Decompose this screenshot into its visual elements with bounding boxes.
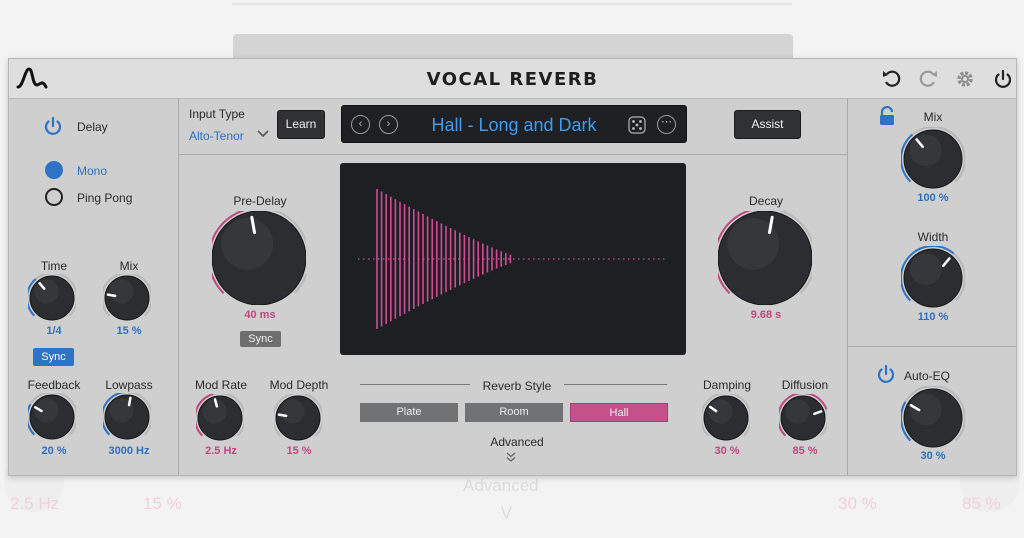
plugin-title: VOCAL REVERB <box>426 69 599 90</box>
time-knob[interactable] <box>26 272 78 327</box>
background-moddepth-value: 15 % <box>143 494 182 513</box>
diffusion-knob[interactable] <box>777 392 829 447</box>
gear-icon[interactable] <box>954 68 976 90</box>
dice-icon[interactable] <box>627 115 647 135</box>
decay-knob[interactable] <box>714 207 816 310</box>
reverb-style-label: Reverb Style <box>482 379 552 393</box>
time-label: Time <box>40 259 68 273</box>
decay-label: Decay <box>748 194 783 208</box>
delay-sync-button[interactable]: Sync <box>33 348 74 366</box>
lowpass-knob[interactable] <box>101 391 153 446</box>
background-chevron-icon: ⋁ <box>501 504 512 519</box>
right-panel-divider <box>847 99 848 475</box>
left-panel-divider <box>178 99 179 475</box>
lowpass-value: 3000 Hz <box>108 445 150 457</box>
input-type-label: Input Type <box>189 107 245 121</box>
style-divider-left <box>360 384 470 385</box>
double-chevron-down-icon[interactable] <box>505 451 517 463</box>
delay-mix-label: Mix <box>119 259 139 273</box>
feedback-label: Feedback <box>27 378 81 392</box>
background-window-bar <box>233 34 793 60</box>
delay-mix-knob[interactable] <box>101 272 153 327</box>
feedback-knob[interactable] <box>26 391 78 446</box>
modrate-label: Mod Rate <box>194 378 248 392</box>
decay-value: 9.68 s <box>750 309 782 321</box>
output-mix-value: 100 % <box>917 192 949 204</box>
moddepth-label: Mod Depth <box>269 378 329 392</box>
predelay-label: Pre-Delay <box>233 194 287 208</box>
autoeq-label: Auto-EQ <box>904 369 951 383</box>
preset-browser: ‹ › Hall - Long and Dark ⋯ <box>341 105 687 143</box>
background-diffusion-value: 85 % <box>962 494 1001 513</box>
advanced-button[interactable]: Advanced <box>470 435 564 449</box>
background-damping-value: 30 % <box>838 494 877 513</box>
style-divider-right <box>564 384 667 385</box>
plugin-window: VOCAL REVERB Delay Mono Ping Pong Time M… <box>8 58 1017 476</box>
mono-label: Mono <box>77 164 108 178</box>
predelay-value: 40 ms <box>244 309 276 321</box>
damping-label: Damping <box>702 378 752 392</box>
diffusion-value: 85 % <box>792 445 818 457</box>
ping-pong-label: Ping Pong <box>77 191 133 205</box>
autoeq-power-icon[interactable] <box>875 363 897 385</box>
background-modrate-value: 2.5 Hz <box>10 494 60 513</box>
width-value: 110 % <box>917 311 949 323</box>
more-options-icon[interactable]: ⋯ <box>657 115 676 134</box>
title-bar: VOCAL REVERB <box>9 59 1016 99</box>
input-type-select[interactable]: Alto-Tenor <box>189 129 244 143</box>
delay-label: Delay <box>77 120 108 134</box>
redo-icon[interactable] <box>917 68 939 90</box>
lowpass-label: Lowpass <box>105 378 153 392</box>
lock-icon[interactable] <box>878 106 896 126</box>
width-knob[interactable] <box>900 245 966 315</box>
learn-button[interactable]: Learn <box>277 110 325 139</box>
reverb-waveform <box>358 189 666 329</box>
diffusion-label: Diffusion <box>781 378 829 392</box>
background-advanced-label: Advanced <box>463 476 539 495</box>
style-room-button[interactable]: Room <box>465 403 563 422</box>
style-hall-button[interactable]: Hall <box>570 403 668 422</box>
moddepth-knob[interactable] <box>272 392 324 447</box>
output-mix-knob[interactable] <box>900 126 966 196</box>
damping-knob[interactable] <box>700 392 752 447</box>
style-plate-button[interactable]: Plate <box>360 403 458 422</box>
modrate-knob[interactable] <box>194 392 246 447</box>
predelay-sync-button[interactable]: Sync <box>240 331 281 347</box>
delay-mix-value: 15 % <box>116 325 142 337</box>
chevron-down-icon[interactable] <box>257 129 269 139</box>
autoeq-divider <box>848 346 1016 347</box>
autoeq-value: 30 % <box>920 450 946 462</box>
modrate-value: 2.5 Hz <box>205 445 237 457</box>
power-icon[interactable] <box>992 68 1014 90</box>
feedback-value: 20 % <box>41 445 67 457</box>
undo-icon[interactable] <box>881 68 903 90</box>
ping-pong-radio[interactable] <box>45 188 63 206</box>
moddepth-value: 15 % <box>286 445 312 457</box>
delay-power-icon[interactable] <box>42 115 64 137</box>
autoeq-knob[interactable] <box>900 385 966 455</box>
background-line <box>232 3 792 5</box>
mono-radio[interactable] <box>45 161 63 179</box>
damping-value: 30 % <box>714 445 740 457</box>
time-value: 1/4 <box>46 325 62 337</box>
output-mix-label: Mix <box>923 110 943 124</box>
width-label: Width <box>917 230 949 244</box>
impulse-response-display <box>340 163 686 355</box>
assist-button[interactable]: Assist <box>734 110 801 139</box>
predelay-knob[interactable] <box>208 207 310 310</box>
header-divider <box>179 154 847 155</box>
